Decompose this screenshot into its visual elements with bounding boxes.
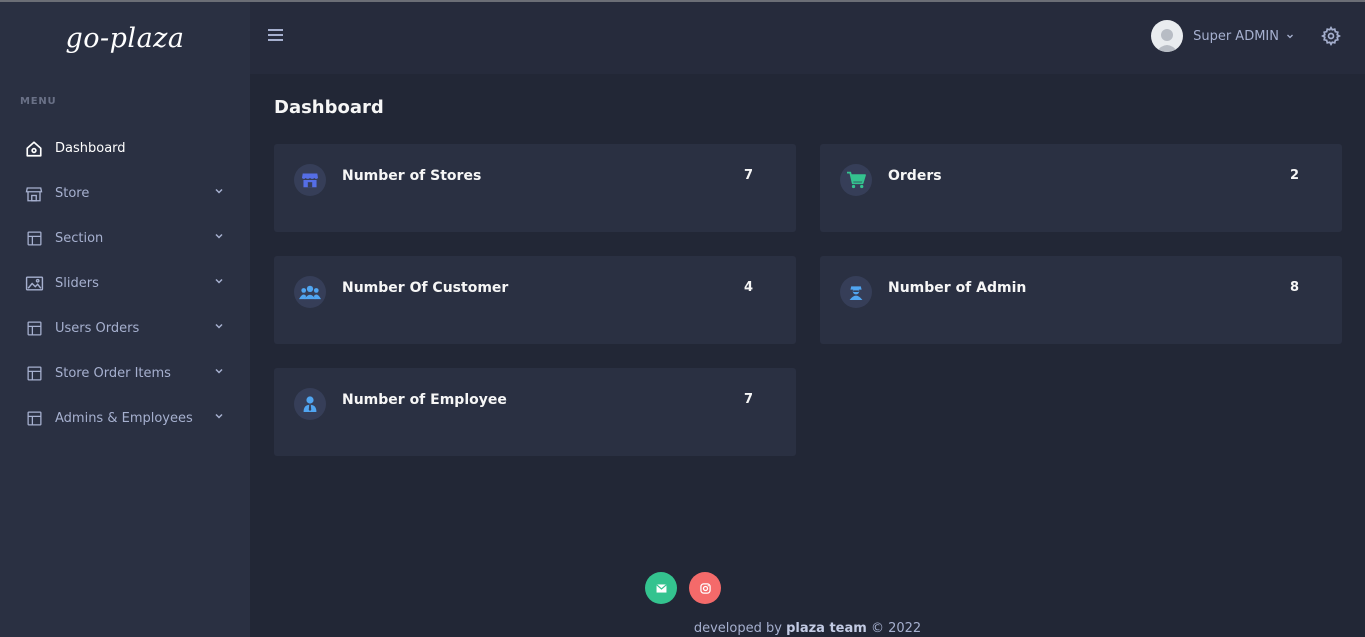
chevron-down-icon <box>215 413 223 419</box>
image-icon <box>24 274 44 294</box>
sidebar-item-dashboard[interactable]: Dashboard <box>0 126 250 171</box>
chevron-down-icon <box>215 323 223 329</box>
stat-card-orders[interactable]: Orders 2 <box>820 144 1342 232</box>
home-icon <box>24 139 44 159</box>
sidebar-item-label: Admins & Employees <box>55 411 193 426</box>
footer-team[interactable]: plaza team <box>786 621 867 636</box>
sidebar-item-label: Store <box>55 186 90 201</box>
instagram-icon <box>699 582 711 594</box>
gear-icon[interactable] <box>1321 26 1341 46</box>
layout-icon <box>24 409 44 429</box>
layout-icon <box>24 319 44 339</box>
footer-copyright: © 2022 <box>870 621 922 636</box>
stat-value: 8 <box>1290 280 1300 295</box>
chevron-down-icon <box>215 278 223 284</box>
brand-name: go-plaza <box>65 22 185 54</box>
layout-icon <box>24 364 44 384</box>
sidebar-item-label: Store Order Items <box>55 366 171 381</box>
stat-card-customers[interactable]: Number Of Customer 4 <box>274 256 796 344</box>
sidebar-item-label: Section <box>55 231 104 246</box>
page-title: Dashboard <box>274 97 384 118</box>
cart-icon <box>840 164 872 196</box>
sidebar-item-store[interactable]: Store <box>0 171 250 216</box>
storefront-icon <box>294 164 326 196</box>
mail-button[interactable] <box>645 572 677 604</box>
hamburger-icon[interactable] <box>268 28 284 42</box>
stat-label: Orders <box>888 168 942 184</box>
chevron-down-icon <box>215 368 223 374</box>
employee-icon <box>294 388 326 420</box>
users-icon <box>294 276 326 308</box>
stat-label: Number Of Customer <box>342 280 509 296</box>
chevron-down-icon <box>215 188 223 194</box>
brand-logo[interactable]: go-plaza <box>0 2 250 74</box>
sidebar: go-plaza MENU Dashboard Store Section Sl… <box>0 2 250 637</box>
sidebar-item-label: Sliders <box>55 276 99 291</box>
sidebar-item-sliders[interactable]: Sliders <box>0 261 250 306</box>
stat-value: 2 <box>1290 168 1300 183</box>
user-name: Super ADMIN <box>1193 28 1279 44</box>
sidebar-item-label: Dashboard <box>55 141 126 156</box>
chevron-down-icon <box>215 233 223 239</box>
footer-credit: developed by plaza team © 2022 <box>250 621 1365 636</box>
stat-card-employees[interactable]: Number of Employee 7 <box>274 368 796 456</box>
avatar <box>1151 20 1184 52</box>
stat-value: 7 <box>744 392 754 407</box>
stat-card-admins[interactable]: Number of Admin 8 <box>820 256 1342 344</box>
instagram-button[interactable] <box>689 572 721 604</box>
user-dropdown[interactable]: Super ADMIN <box>1151 20 1295 52</box>
layout-icon <box>24 229 44 249</box>
stat-label: Number of Admin <box>888 280 1027 296</box>
admin-icon <box>840 276 872 308</box>
stat-card-stores[interactable]: Number of Stores 7 <box>274 144 796 232</box>
mail-icon <box>655 583 667 593</box>
sidebar-item-section[interactable]: Section <box>0 216 250 261</box>
stat-label: Number of Employee <box>342 392 507 408</box>
topbar: Super ADMIN <box>250 2 1365 74</box>
footer-prefix: developed by <box>693 621 782 636</box>
stat-label: Number of Stores <box>342 168 482 184</box>
sidebar-item-admins-employees[interactable]: Admins & Employees <box>0 396 250 441</box>
sidebar-item-label: Users Orders <box>55 321 140 336</box>
sidebar-item-store-order-items[interactable]: Store Order Items <box>0 351 250 396</box>
menu-title: MENU <box>20 96 57 107</box>
chevron-down-icon <box>1287 34 1293 39</box>
store-icon <box>24 184 44 204</box>
stat-value: 4 <box>744 280 754 295</box>
stat-value: 7 <box>744 168 754 183</box>
sidebar-item-users-orders[interactable]: Users Orders <box>0 306 250 351</box>
